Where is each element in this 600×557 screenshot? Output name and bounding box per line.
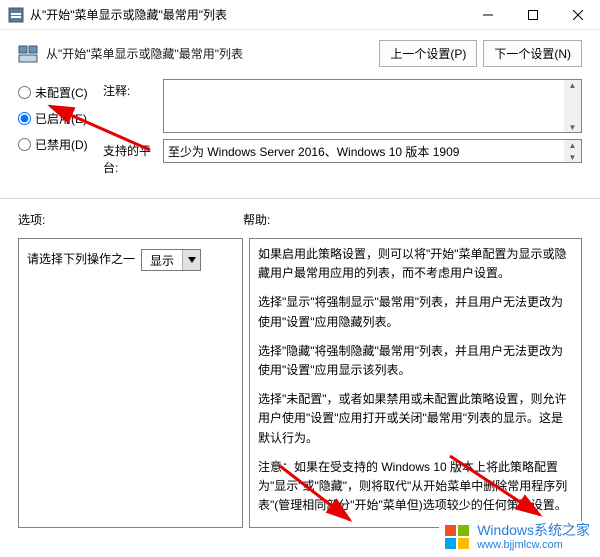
help-paragraph: 如果启用此策略设置，则可以将"开始"菜单配置为显示或隐藏用户最常用应用的列表，而…	[258, 245, 573, 283]
header-row: 从"开始"菜单显示或隐藏"最常用"列表 上一个设置(P) 下一个设置(N)	[0, 30, 600, 75]
next-setting-button[interactable]: 下一个设置(N)	[483, 40, 582, 67]
titlebar: 从"开始"菜单显示或隐藏"最常用"列表	[0, 0, 600, 30]
platform-label: 支持的平台:	[103, 139, 163, 176]
help-paragraph: 选择"隐藏"将强制隐藏"最常用"列表，并且用户无法更改为使用"设置"应用显示该列…	[258, 342, 573, 380]
divider	[0, 198, 600, 199]
enabled-label[interactable]: 已启用(E)	[35, 110, 87, 127]
panel-labels: 选项: 帮助:	[0, 207, 600, 232]
app-icon	[8, 7, 24, 23]
comment-label: 注释:	[103, 79, 163, 99]
policy-title: 从"开始"菜单显示或隐藏"最常用"列表	[46, 45, 379, 62]
panels: 请选择下列操作之一 显示 如果启用此策略设置，则可以将"开始"菜单配置为显示或隐…	[0, 232, 600, 538]
comment-scrollbar[interactable]: ▲ ▼	[564, 80, 581, 132]
scroll-down-icon[interactable]: ▼	[565, 122, 580, 132]
enabled-radio[interactable]	[18, 112, 31, 125]
scroll-up-icon[interactable]: ▲	[565, 140, 580, 150]
minimize-button[interactable]	[465, 0, 510, 30]
scroll-down-icon[interactable]: ▼	[565, 152, 580, 162]
not-configured-label[interactable]: 未配置(C)	[35, 84, 88, 101]
state-radio-group: 未配置(C) 已启用(E) 已禁用(D)	[18, 79, 103, 182]
help-paragraph: 注意：如果在受支持的 Windows 10 版本上将此策略配置为"显示"或"隐藏…	[258, 458, 573, 516]
disabled-radio[interactable]	[18, 138, 31, 151]
help-label: 帮助:	[243, 211, 270, 228]
supported-platform-box: 至少为 Windows Server 2016、Windows 10 版本 19…	[163, 139, 582, 163]
not-configured-radio[interactable]	[18, 86, 31, 99]
windows-logo-icon	[443, 523, 471, 551]
disabled-label[interactable]: 已禁用(D)	[35, 136, 88, 153]
watermark-url: www.bjjmlcw.com	[477, 539, 590, 551]
action-select-value: 显示	[142, 252, 182, 269]
action-select[interactable]: 显示	[141, 249, 201, 271]
comment-textarea[interactable]: ▲ ▼	[163, 79, 582, 133]
config-area: 未配置(C) 已启用(E) 已禁用(D) 注释: ▲ ▼ 支持的平台: 至少为	[0, 75, 600, 190]
close-button[interactable]	[555, 0, 600, 30]
previous-setting-button[interactable]: 上一个设置(P)	[379, 40, 477, 67]
help-paragraph: 选择"显示"将强制显示"最常用"列表，并且用户无法更改为使用"设置"应用隐藏列表…	[258, 293, 573, 331]
options-inner-label: 请选择下列操作之一	[27, 250, 135, 267]
help-paragraph: 选择"未配置"，或者如果禁用或未配置此策略设置，则允许用户使用"设置"应用打开或…	[258, 390, 573, 448]
options-panel: 请选择下列操作之一 显示	[18, 238, 243, 528]
watermark-brand: Windows系统之家	[477, 523, 590, 538]
maximize-button[interactable]	[510, 0, 555, 30]
window-title: 从"开始"菜单显示或隐藏"最常用"列表	[30, 6, 465, 23]
help-panel: 如果启用此策略设置，则可以将"开始"菜单配置为显示或隐藏用户最常用应用的列表，而…	[249, 238, 582, 528]
policy-icon	[18, 44, 38, 64]
watermark: Windows系统之家 www.bjjmlcw.com	[439, 521, 594, 553]
window-controls	[465, 0, 600, 30]
options-label: 选项:	[18, 211, 243, 228]
chevron-down-icon	[182, 250, 200, 270]
scroll-up-icon[interactable]: ▲	[565, 80, 580, 90]
platform-value: 至少为 Windows Server 2016、Windows 10 版本 19…	[168, 143, 577, 160]
